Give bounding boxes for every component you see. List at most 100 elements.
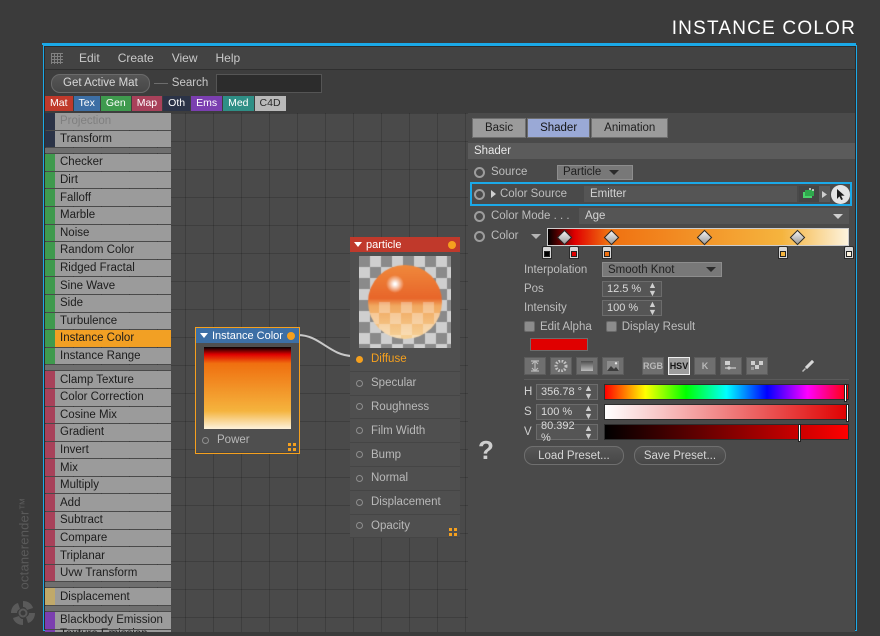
swatches-icon[interactable] (746, 357, 768, 375)
tab-shader[interactable]: Shader (527, 118, 590, 138)
intensity-stepper[interactable]: 100 % ▲▼ (602, 300, 662, 316)
port-connector[interactable] (356, 499, 363, 506)
material-output-port[interactable] (448, 241, 456, 249)
stepper-arrows-icon[interactable]: ▲▼ (584, 384, 593, 400)
grip-icon[interactable] (51, 53, 63, 64)
gradient-color-stop[interactable] (602, 246, 612, 259)
list-item[interactable]: Random Color (45, 242, 171, 259)
material-port-row[interactable]: Normal (350, 467, 460, 491)
stepper-arrows-icon[interactable]: ▲▼ (584, 424, 593, 440)
list-item[interactable]: Subtract (45, 512, 171, 529)
hsv-stepper[interactable]: 100 %▲▼ (536, 404, 598, 420)
gradient-color-stop[interactable] (542, 246, 552, 259)
tab-basic[interactable]: Basic (472, 118, 526, 138)
list-item[interactable]: Triplanar (45, 547, 171, 564)
hsv-stepper[interactable]: 356.78 °▲▼ (536, 384, 598, 400)
list-item[interactable]: Ridged Fractal (45, 260, 171, 277)
list-item[interactable]: Blackbody Emission (45, 612, 171, 629)
menu-view[interactable]: View (163, 50, 207, 66)
source-dropdown[interactable]: Particle (557, 165, 633, 180)
gradient-color-stop[interactable] (569, 246, 579, 259)
port-connector[interactable] (356, 356, 363, 363)
collapse-triangle-icon[interactable] (200, 333, 208, 338)
list-item[interactable]: Dirt (45, 172, 171, 189)
texture-port-row[interactable]: Power (196, 429, 299, 453)
hsv-stepper[interactable]: 80.392 %▲▼ (536, 424, 598, 440)
hsv-slider-thumb[interactable] (846, 404, 849, 422)
kelvin-mode-button[interactable]: K (694, 357, 716, 375)
material-port-row[interactable]: Roughness (350, 396, 460, 420)
node-graph-pane[interactable]: ProjectionTransformCheckerDirtFalloffMar… (45, 113, 468, 632)
color-toggle-radio[interactable] (474, 231, 485, 242)
list-item[interactable]: Side (45, 295, 171, 312)
stepper-arrows-icon[interactable]: ▲▼ (584, 404, 593, 420)
port-connector[interactable] (356, 427, 363, 434)
material-port-row[interactable]: Displacement (350, 491, 460, 515)
menu-edit[interactable]: Edit (70, 50, 109, 66)
list-item[interactable]: Sine Wave (45, 277, 171, 294)
chevron-down-icon[interactable] (531, 234, 541, 239)
gradient-bar[interactable] (547, 228, 849, 246)
list-item[interactable]: Transform (45, 131, 171, 148)
list-item[interactable]: Add (45, 494, 171, 511)
collapse-triangle-icon[interactable] (354, 242, 362, 247)
display-result-checkbox[interactable] (606, 321, 617, 332)
list-item[interactable]: Checker (45, 154, 171, 171)
cursor-pick-icon[interactable] (831, 185, 850, 204)
material-port-row[interactable]: Opacity (350, 515, 460, 539)
material-node-particle[interactable]: particle DiffuseSpecularRoughnessFilm Wi… (350, 237, 460, 538)
port-connector[interactable] (356, 380, 363, 387)
menu-help[interactable]: Help (207, 50, 250, 66)
list-item[interactable]: Cosine Mix (45, 407, 171, 424)
texture-node-header[interactable]: Instance Color (196, 328, 299, 343)
list-item[interactable]: Displacement (45, 588, 171, 605)
mixer-icon[interactable] (720, 357, 742, 375)
color-mode-dropdown[interactable]: Age (579, 208, 849, 224)
image-picker-icon[interactable] (602, 357, 624, 375)
material-port-row[interactable]: Film Width (350, 419, 460, 443)
stepper-arrows-icon[interactable]: ▲▼ (648, 300, 657, 316)
list-item[interactable]: Falloff (45, 189, 171, 206)
rgb-mode-button[interactable]: RGB (642, 357, 664, 375)
list-item[interactable]: Instance Color (45, 330, 171, 347)
resize-handle[interactable] (449, 528, 457, 536)
menu-create[interactable]: Create (109, 50, 163, 66)
color-ramp-icon[interactable] (576, 357, 598, 375)
category-chip-med[interactable]: Med (223, 96, 253, 111)
category-chip-c4d[interactable]: C4D (255, 96, 286, 111)
color-source-toggle-radio[interactable] (474, 189, 485, 200)
search-input[interactable] (216, 74, 322, 93)
color-source-field[interactable]: Emitter (584, 186, 797, 202)
texture-node-instance-color[interactable]: Instance Color Power (195, 327, 300, 454)
category-chip-gen[interactable]: Gen (101, 96, 131, 111)
gradient-knot-handle[interactable] (697, 230, 713, 246)
tab-animation[interactable]: Animation (591, 118, 668, 138)
port-connector[interactable] (356, 475, 363, 482)
list-item[interactable]: Texture Emission (45, 630, 171, 632)
material-port-row[interactable]: Diffuse (350, 348, 460, 372)
port-connector[interactable] (202, 437, 209, 444)
edit-alpha-checkbox[interactable] (524, 321, 535, 332)
list-item[interactable]: Instance Range (45, 348, 171, 365)
list-item[interactable]: Clamp Texture (45, 371, 171, 388)
load-preset-button[interactable]: Load Preset... (524, 446, 624, 465)
pos-stepper[interactable]: 12.5 % ▲▼ (602, 281, 662, 297)
color-wheel-icon[interactable] (550, 357, 572, 375)
hsv-mode-button[interactable]: HSV (668, 357, 690, 375)
gradient-stop-row[interactable] (547, 246, 849, 260)
list-item[interactable]: Compare (45, 530, 171, 547)
hsv-slider-track[interactable] (604, 384, 849, 400)
node-palette-list[interactable]: ProjectionTransformCheckerDirtFalloffMar… (45, 113, 171, 632)
material-port-row[interactable]: Bump (350, 443, 460, 467)
current-color-swatch[interactable] (530, 338, 588, 351)
emitter-object-icon[interactable] (799, 186, 819, 202)
chevron-right-icon[interactable] (491, 190, 496, 198)
gradient-color-stop[interactable] (778, 246, 788, 259)
port-connector[interactable] (356, 451, 363, 458)
list-item[interactable]: Turbulence (45, 313, 171, 330)
category-chip-mat[interactable]: Mat (45, 96, 73, 111)
color-mode-toggle-radio[interactable] (474, 211, 485, 222)
list-item[interactable]: Color Correction (45, 389, 171, 406)
category-chip-map[interactable]: Map (132, 96, 162, 111)
hsv-slider-thumb[interactable] (844, 384, 847, 402)
